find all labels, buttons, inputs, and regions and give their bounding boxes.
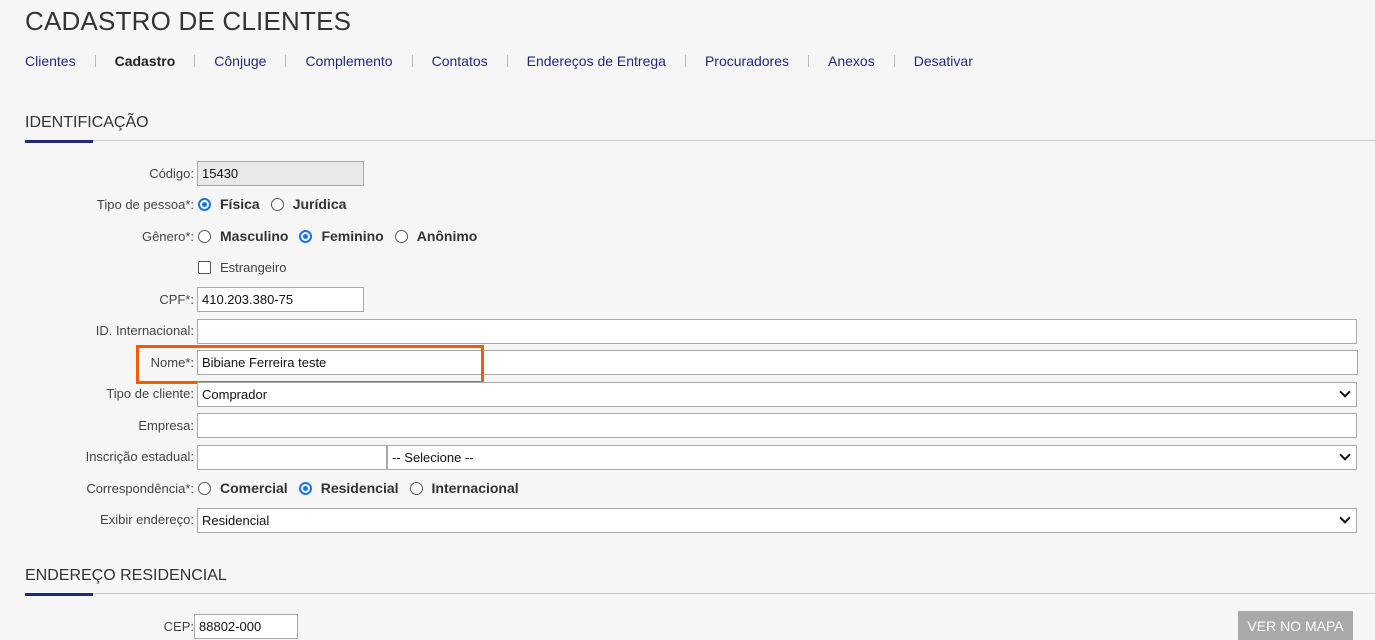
tipo-pessoa-fisica-label[interactable]: Física — [220, 196, 260, 212]
section-title-endereco-residencial: ENDEREÇO RESIDENCIAL — [25, 567, 227, 584]
tab-divider — [411, 55, 413, 67]
tipo-pessoa-juridica-radio[interactable] — [270, 197, 284, 211]
tab-divider — [285, 55, 287, 67]
ver-no-mapa-button[interactable]: VER NO MAPA — [1238, 611, 1353, 640]
section-divider — [25, 593, 1375, 594]
cpf-label: CPF*: — [159, 292, 194, 307]
id-internacional-label: ID. Internacional: — [95, 323, 194, 338]
codigo-field: 15430 — [197, 161, 364, 186]
correspondencia-internacional-radio[interactable] — [409, 481, 423, 495]
tab-contatos[interactable]: Contatos — [432, 53, 488, 69]
correspondencia-label: Correspondência*: — [86, 481, 194, 496]
correspondencia-residencial-radio[interactable] — [298, 481, 312, 495]
correspondencia-radio-group: Comercial Residencial Internacional — [198, 480, 530, 496]
genero-radio-group: Masculino Feminino Anônimo — [198, 228, 488, 244]
cep-field[interactable]: 88802-000 — [194, 614, 298, 639]
inscricao-estadual-uf-select[interactable]: -- Selecione -- — [387, 445, 1357, 470]
tab-divider — [506, 55, 508, 67]
tab-clientes[interactable]: Clientes — [25, 53, 76, 69]
inscricao-estadual-uf-value: -- Selecione -- — [392, 450, 474, 465]
tab-conjuge[interactable]: Cônjuge — [214, 53, 266, 69]
tab-procuradores[interactable]: Procuradores — [705, 53, 789, 69]
genero-masculino-radio[interactable] — [198, 229, 211, 243]
nome-field[interactable]: Bibiane Ferreira teste — [197, 350, 1358, 375]
tab-enderecos-entrega[interactable]: Endereços de Entrega — [527, 53, 666, 69]
inscricao-estadual-label: Inscrição estadual: — [85, 449, 194, 464]
tipo-pessoa-fisica-radio[interactable] — [198, 197, 211, 211]
tab-cadastro[interactable]: Cadastro — [115, 53, 176, 69]
tab-anexos[interactable]: Anexos — [828, 53, 875, 69]
genero-label: Gênero*: — [141, 229, 194, 244]
tipo-cliente-value: Comprador — [202, 387, 268, 402]
tipo-pessoa-juridica-label[interactable]: Jurídica — [293, 196, 347, 212]
codigo-label: Código: — [149, 166, 194, 181]
section-accent-bar — [25, 140, 93, 143]
genero-feminino-radio[interactable] — [299, 229, 313, 243]
section-divider — [25, 140, 1375, 141]
cep-label: CEP: — [163, 619, 194, 634]
tab-divider — [808, 55, 810, 67]
exibir-endereco-label: Exibir endereço: — [100, 512, 194, 527]
tab-divider — [194, 55, 196, 67]
genero-masculino-label[interactable]: Masculino — [220, 228, 288, 244]
tab-bar: Clientes Cadastro Cônjuge Complemento Co… — [25, 53, 973, 69]
section-accent-bar — [25, 593, 93, 596]
tab-divider — [94, 55, 96, 67]
tab-complemento[interactable]: Complemento — [305, 53, 392, 69]
exibir-endereco-select[interactable]: Residencial — [197, 508, 1357, 533]
cpf-field[interactable]: 410.203.380-75 — [197, 287, 364, 312]
estrangeiro-checkbox[interactable] — [198, 261, 211, 274]
correspondencia-comercial-label[interactable]: Comercial — [220, 480, 288, 496]
genero-anonimo-label[interactable]: Anônimo — [417, 228, 478, 244]
tab-desativar[interactable]: Desativar — [914, 53, 973, 69]
tipo-pessoa-label: Tipo de pessoa*: — [96, 197, 194, 212]
exibir-endereco-value: Residencial — [202, 513, 270, 528]
empresa-field[interactable] — [197, 413, 1357, 438]
chevron-down-icon — [1339, 386, 1351, 398]
tipo-cliente-select[interactable]: Comprador — [197, 382, 1357, 407]
empresa-label: Empresa: — [138, 418, 194, 433]
tab-divider — [893, 55, 895, 67]
nome-label: Nome*: — [150, 355, 194, 370]
inscricao-estadual-field[interactable] — [197, 445, 387, 470]
tipo-pessoa-radio-group: Física Jurídica — [198, 196, 357, 212]
section-title-identificacao: IDENTIFICAÇÃO — [25, 114, 149, 131]
correspondencia-residencial-label[interactable]: Residencial — [321, 480, 399, 496]
tipo-cliente-label: Tipo de cliente: — [106, 386, 194, 401]
chevron-down-icon — [1339, 512, 1351, 524]
tab-divider — [684, 55, 686, 67]
genero-feminino-label[interactable]: Feminino — [321, 228, 383, 244]
correspondencia-comercial-radio[interactable] — [198, 481, 211, 495]
correspondencia-internacional-label[interactable]: Internacional — [432, 480, 519, 496]
genero-anonimo-radio[interactable] — [394, 229, 408, 243]
chevron-down-icon — [1339, 449, 1351, 461]
id-internacional-field[interactable] — [197, 319, 1357, 344]
estrangeiro-label[interactable]: Estrangeiro — [220, 260, 286, 275]
page-title: CADASTRO DE CLIENTES — [25, 6, 352, 36]
